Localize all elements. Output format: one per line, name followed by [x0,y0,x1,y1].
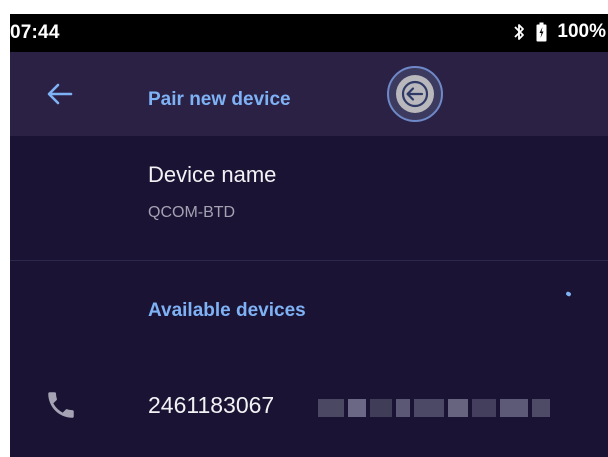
device-name: 2461183067 [148,392,275,418]
back-button[interactable] [40,76,80,112]
scanning-indicator [565,291,572,297]
status-time: 07:44 [10,22,60,43]
status-bar: 07:44 100% [10,14,608,52]
available-devices-label: Available devices [148,300,306,321]
arrow-left-icon [401,80,429,108]
battery-percent: 100% [557,21,606,42]
settings-screen: 07:44 100% Pair new device Device name Q… [10,14,608,457]
page-title: Pair new device [148,89,291,110]
bluetooth-icon [514,24,525,40]
battery-icon [536,22,547,42]
device-name-row[interactable]: Device name QCOM-BTD [10,136,608,261]
device-name-value: QCOM-BTD [148,204,236,221]
device-name-label: Device name [148,162,277,187]
touch-indicator [387,66,443,122]
phone-icon [48,392,74,418]
redacted-text [318,397,568,419]
arrow-left-icon [47,83,73,105]
available-devices-header: Available devices [10,261,608,361]
device-list-item[interactable]: 2461183067 [10,361,608,457]
touch-indicator-inner [396,75,434,113]
status-icons: 100% [512,21,606,43]
app-bar: Pair new device [10,52,608,136]
